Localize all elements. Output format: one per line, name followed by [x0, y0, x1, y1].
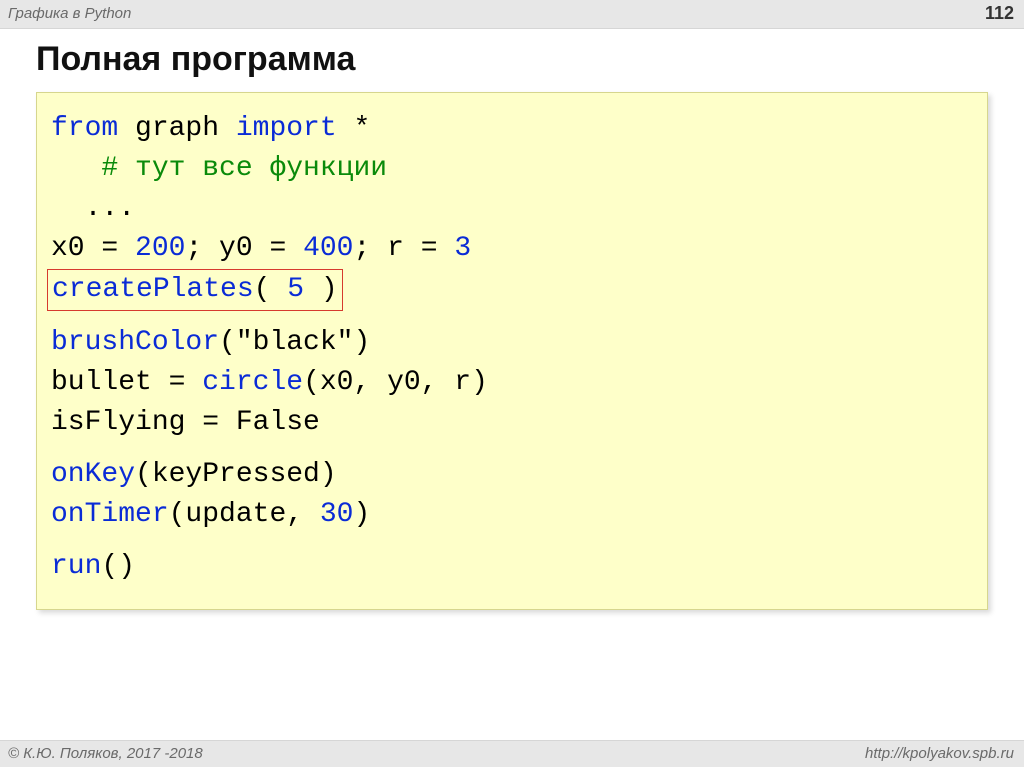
indent	[51, 153, 101, 184]
code-line-4: x0 = 200; y0 = 400; r = 3	[51, 233, 471, 264]
num: 3	[454, 233, 471, 264]
breadcrumb: Графика в Python	[8, 5, 131, 22]
comment: # тут все функции	[101, 153, 387, 184]
fn-brushcolor: brushColor	[51, 327, 219, 358]
footer-url: http://kpolyakov.spb.ru	[865, 745, 1014, 762]
txt: (	[219, 327, 236, 358]
highlight-box: createPlates( 5 )	[47, 269, 343, 311]
num: 30	[320, 499, 354, 530]
fn-onkey: onKey	[51, 459, 135, 490]
txt: )	[304, 274, 338, 305]
num: 400	[303, 233, 353, 264]
string: "black"	[236, 327, 354, 358]
slide: Графика в Python 112 Полная программа fr…	[0, 0, 1024, 767]
fn-createplates: createPlates	[52, 274, 254, 305]
txt: (update,	[169, 499, 320, 530]
code-line-6: brushColor("black")	[51, 327, 370, 358]
num: 5	[287, 274, 304, 305]
num: 200	[135, 233, 185, 264]
page-number: 112	[985, 3, 1014, 24]
txt: *	[337, 113, 371, 144]
slide-title: Полная программа	[36, 40, 355, 79]
code-line-3: ...	[51, 193, 135, 224]
code-line-11: run()	[51, 551, 135, 582]
fn-run: run	[51, 551, 101, 582]
txt: (x0, y0, r)	[303, 367, 488, 398]
copyright: © К.Ю. Поляков, 2017 -2018	[8, 745, 203, 762]
txt: graph	[118, 113, 236, 144]
txt: )	[353, 499, 370, 530]
kw-import: import	[236, 113, 337, 144]
code-line-9: onKey(keyPressed)	[51, 459, 337, 490]
txt: (	[254, 274, 288, 305]
code-line-10: onTimer(update, 30)	[51, 499, 370, 530]
gap	[51, 311, 973, 323]
txt: )	[353, 327, 370, 358]
code-line-1: from graph import *	[51, 113, 370, 144]
top-bar: Графика в Python 112	[0, 0, 1024, 29]
txt: ; y0 =	[185, 233, 303, 264]
gap	[51, 443, 973, 455]
txt: ()	[101, 551, 135, 582]
txt: bullet =	[51, 367, 202, 398]
gap	[51, 535, 973, 547]
code-line-7: bullet = circle(x0, y0, r)	[51, 367, 488, 398]
footer-bar: © К.Ю. Поляков, 2017 -2018 http://kpolya…	[0, 740, 1024, 767]
txt: ; r =	[353, 233, 454, 264]
kw-from: from	[51, 113, 118, 144]
code-block: from graph import * # тут все функции ..…	[36, 92, 988, 610]
fn-ontimer: onTimer	[51, 499, 169, 530]
txt: x0 =	[51, 233, 135, 264]
txt: (keyPressed)	[135, 459, 337, 490]
code-line-8: isFlying = False	[51, 407, 320, 438]
fn-circle: circle	[202, 367, 303, 398]
code-line-5: createPlates( 5 )	[51, 274, 343, 305]
code-line-2: # тут все функции	[51, 153, 387, 184]
